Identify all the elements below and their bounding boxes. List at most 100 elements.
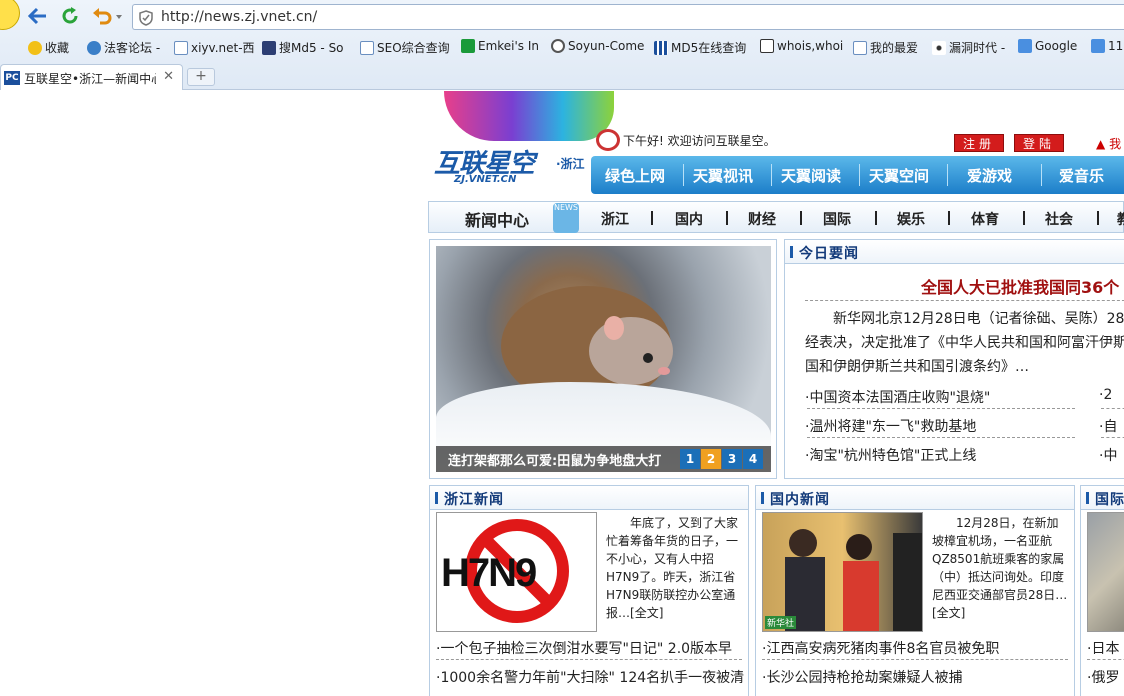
category-zhejiang[interactable]: 浙江 bbox=[601, 209, 629, 229]
category-divider bbox=[875, 211, 877, 225]
user-link[interactable]: ▲ 我 bbox=[1096, 135, 1121, 152]
category-divider bbox=[726, 211, 728, 225]
user-icon: ▲ bbox=[1096, 137, 1106, 151]
emkei-icon bbox=[461, 39, 475, 53]
domestic-blurb: 12月28日，在新加坡樟宜机场，一名亚航QZ8501航班乘客的家属（中）抵达问询… bbox=[932, 516, 1068, 620]
nav-tianyi-space[interactable]: 天翼空间 bbox=[869, 165, 929, 186]
today-link[interactable]: ·中 bbox=[1099, 445, 1117, 465]
divider bbox=[805, 300, 1124, 301]
category-education[interactable]: 教 bbox=[1117, 209, 1124, 229]
nav-music[interactable]: 爱音乐 bbox=[1059, 165, 1104, 186]
caption-text[interactable]: 连打架都那么可爱:田鼠为争地盘大打 bbox=[448, 450, 661, 469]
bookmark-item[interactable]: xiyv.net-西 bbox=[174, 39, 255, 56]
browser-chrome: http://news.zj.vnet.cn/ 收藏 法客论坛 - xiyv.n… bbox=[0, 0, 1124, 90]
soyun-icon bbox=[551, 39, 565, 53]
tab-title: 互联星空•浙江—新闻中心 bbox=[24, 72, 156, 86]
nav-divider bbox=[859, 164, 860, 186]
bookmark-item[interactable]: 搜Md5 - So bbox=[262, 39, 344, 56]
address-bar[interactable]: http://news.zj.vnet.cn/ bbox=[132, 4, 1124, 30]
new-tab-button[interactable]: + bbox=[187, 68, 215, 86]
bookmark-item[interactable]: Google bbox=[1018, 39, 1077, 53]
bookmark-item[interactable]: 漏洞时代 - bbox=[932, 39, 1005, 56]
top-nav: 绿色上网 天翼视讯 天翼阅读 天翼空间 爱游戏 爱音乐 bbox=[591, 156, 1124, 194]
category-society[interactable]: 社会 bbox=[1045, 209, 1073, 229]
international-link[interactable]: ·俄罗 bbox=[1087, 667, 1119, 687]
airport-photo bbox=[785, 529, 922, 631]
category-divider bbox=[1023, 211, 1025, 225]
undo-icon[interactable] bbox=[90, 4, 124, 28]
divider bbox=[762, 659, 1068, 660]
category-domestic[interactable]: 国内 bbox=[675, 209, 703, 229]
google-icon bbox=[1091, 39, 1105, 53]
nav-games[interactable]: 爱游戏 bbox=[967, 165, 1012, 186]
divider bbox=[1101, 437, 1124, 438]
international-news-title: 国际 bbox=[1095, 492, 1124, 508]
bookmark-item[interactable]: 法客论坛 - bbox=[87, 39, 160, 56]
zhejiang-blurb: 年底了，又到了大家忙着筹备年货的日子，一不小心，又有人中招H7N9了。昨天，浙江… bbox=[606, 516, 739, 620]
bookmark-item[interactable]: 我的最爱 bbox=[853, 39, 918, 56]
bookmark-item[interactable]: Emkei's In bbox=[461, 39, 539, 53]
shield-icon bbox=[139, 10, 153, 29]
google-icon bbox=[1018, 39, 1032, 53]
bookmark-item[interactable]: 11 bbox=[1091, 39, 1123, 53]
category-finance[interactable]: 财经 bbox=[748, 209, 776, 229]
divider bbox=[1087, 659, 1124, 660]
today-news-header: 今日要闻 bbox=[785, 240, 1124, 264]
domestic-thumb[interactable]: 新华社 bbox=[762, 512, 923, 632]
read-more-link[interactable]: [全文] bbox=[932, 606, 965, 620]
photo-badge: 新华社 bbox=[765, 616, 797, 629]
international-thumb[interactable] bbox=[1087, 512, 1124, 632]
today-link[interactable]: ·淘宝"杭州特色馆"正式上线 bbox=[805, 445, 976, 465]
tab-active[interactable]: PC 互联星空•浙江—新闻中心 ✕ bbox=[0, 64, 183, 90]
bookmark-item[interactable]: MD5在线查询 bbox=[654, 39, 746, 56]
domestic-link[interactable]: ·江西高安病死猪肉事件8名官员被免职 bbox=[762, 638, 999, 658]
today-link[interactable]: ·中国资本法国酒庄收购"退烧" bbox=[805, 387, 990, 407]
zhejiang-link[interactable]: ·1000余名警力年前"大扫除" 124名扒手一夜被清 bbox=[436, 667, 744, 687]
page-icon bbox=[360, 40, 374, 55]
nav-tianyi-reading[interactable]: 天翼阅读 bbox=[781, 165, 841, 186]
section-marker bbox=[435, 492, 438, 504]
close-icon[interactable]: ✕ bbox=[163, 69, 174, 84]
refresh-icon[interactable] bbox=[58, 4, 82, 28]
bookmark-item[interactable]: SEO综合查询 bbox=[360, 39, 450, 56]
category-entertainment[interactable]: 娱乐 bbox=[897, 209, 925, 229]
site-header: 互联星空 ·浙江 ZJ.VNET.CN 下午好! 欢迎访问互联星空。 注册 登陆… bbox=[424, 91, 1124, 199]
domestic-link[interactable]: ·长沙公园持枪抢劫案嫌疑人被捕 bbox=[762, 667, 962, 687]
nav-green-internet[interactable]: 绿色上网 bbox=[605, 165, 665, 186]
news-center-title[interactable]: 新闻中心 bbox=[465, 207, 529, 231]
international-link[interactable]: ·日本 bbox=[1087, 638, 1119, 658]
category-sports[interactable]: 体育 bbox=[971, 209, 999, 229]
folder-icon bbox=[853, 40, 867, 55]
back-icon[interactable] bbox=[26, 4, 50, 28]
category-nav: 新闻中心 NEWS 浙江 国内 财经 国际 娱乐 体育 社会 教 bbox=[428, 201, 1124, 233]
domestic-news-title: 国内新闻 bbox=[770, 492, 830, 508]
pager-button[interactable]: 4 bbox=[743, 449, 763, 469]
pager-button[interactable]: 3 bbox=[722, 449, 742, 469]
today-news-box: 今日要闻 全国人大已批准我国同36个 新华网北京12月28日电（记者徐础、吴陈）… bbox=[784, 239, 1124, 479]
slideshow-caption: 连打架都那么可爱:田鼠为争地盘大打 1 2 3 4 bbox=[436, 446, 771, 472]
bookmark-item[interactable]: 收藏 bbox=[28, 39, 69, 56]
read-more-link[interactable]: [全文] bbox=[630, 606, 663, 620]
nav-tianyi-video[interactable]: 天翼视讯 bbox=[693, 165, 753, 186]
bookmark-item[interactable]: Soyun-Come bbox=[551, 39, 644, 53]
today-link[interactable]: ·自 bbox=[1099, 416, 1117, 436]
alarm-clock-icon bbox=[596, 129, 620, 151]
pager-button[interactable]: 1 bbox=[680, 449, 700, 469]
divider bbox=[436, 659, 742, 660]
news-icon: NEWS bbox=[553, 203, 579, 233]
today-headline[interactable]: 全国人大已批准我国同36个 bbox=[921, 274, 1119, 298]
today-link[interactable]: ·2 bbox=[1099, 387, 1112, 403]
category-divider bbox=[1097, 211, 1099, 225]
zhejiang-link[interactable]: ·一个包子抽检三次倒泔水要写"日记" 2.0版本早 bbox=[436, 638, 732, 658]
bookmark-item[interactable]: whois,whoi bbox=[760, 39, 843, 53]
slideshow-photo[interactable]: 连打架都那么可爱:田鼠为争地盘大打 1 2 3 4 bbox=[436, 246, 771, 472]
zhejiang-thumb[interactable]: H7N9 bbox=[436, 512, 597, 632]
pager-button-active[interactable]: 2 bbox=[701, 449, 721, 469]
register-button[interactable]: 注册 bbox=[954, 134, 1004, 152]
logo-swirl bbox=[444, 91, 614, 141]
category-international[interactable]: 国际 bbox=[823, 209, 851, 229]
today-link[interactable]: ·温州将建"东一飞"救助基地 bbox=[805, 416, 976, 436]
page-content: 互联星空 ·浙江 ZJ.VNET.CN 下午好! 欢迎访问互联星空。 注册 登陆… bbox=[424, 91, 1124, 696]
login-button[interactable]: 登陆 bbox=[1014, 134, 1064, 152]
greeting: 下午好! 欢迎访问互联星空。 bbox=[596, 129, 776, 151]
